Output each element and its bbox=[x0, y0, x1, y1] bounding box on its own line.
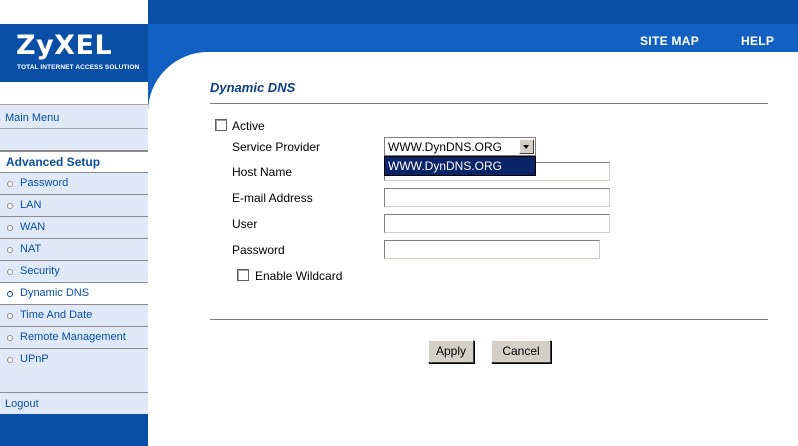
logo-text: ZyXEL bbox=[16, 30, 113, 61]
host-name-label: Host Name bbox=[232, 165, 293, 179]
bullet-icon bbox=[7, 181, 13, 187]
divider bbox=[210, 103, 768, 105]
bullet-icon bbox=[7, 357, 13, 363]
service-provider-value: WWW.DynDNS.ORG bbox=[388, 140, 502, 154]
sidebar-item-label: Remote Management bbox=[20, 331, 126, 343]
sidebar-item-security[interactable]: Security bbox=[0, 260, 148, 282]
email-label: E-mail Address bbox=[232, 191, 313, 205]
active-checkbox[interactable] bbox=[215, 119, 227, 131]
user-label: User bbox=[232, 217, 258, 231]
apply-button[interactable]: Apply bbox=[428, 340, 474, 363]
sidebar-item-label: Dynamic DNS bbox=[20, 287, 90, 299]
sidebar-item-dynamic-dns[interactable]: Dynamic DNS bbox=[0, 282, 148, 304]
bullet-icon bbox=[7, 203, 13, 209]
sidebar-item-wan[interactable]: WAN bbox=[0, 216, 148, 238]
bullet-icon bbox=[7, 335, 13, 341]
cancel-button[interactable]: Cancel bbox=[491, 340, 551, 363]
sidebar-item-label: NAT bbox=[20, 243, 42, 255]
bullet-icon bbox=[7, 247, 13, 253]
enable-wildcard-checkbox[interactable] bbox=[237, 269, 249, 281]
logout-block: Logout bbox=[0, 392, 148, 414]
sidebar-spacer bbox=[0, 128, 148, 150]
sidebar-item-upnp[interactable]: UPnP bbox=[0, 348, 148, 392]
page-title: Dynamic DNS bbox=[210, 80, 296, 95]
service-provider-dropdown-list: WWW.DynDNS.ORG bbox=[384, 156, 536, 176]
sidebar-item-label: UPnP bbox=[20, 353, 49, 365]
main-menu-link[interactable]: Main Menu bbox=[0, 108, 148, 128]
sidebar-footer bbox=[0, 414, 148, 446]
email-input[interactable] bbox=[384, 188, 610, 207]
sidebar-item-time-and-date[interactable]: Time And Date bbox=[0, 304, 148, 326]
advanced-setup-heading: Advanced Setup bbox=[0, 150, 148, 172]
header-band bbox=[148, 24, 798, 52]
sidebar-item-lan[interactable]: LAN bbox=[0, 194, 148, 216]
sidebar-item-label: Security bbox=[20, 265, 60, 277]
enable-wildcard-label: Enable Wildcard bbox=[255, 269, 343, 283]
password-input[interactable] bbox=[384, 240, 600, 259]
site-map-link[interactable]: SITE MAP bbox=[640, 34, 699, 48]
service-provider-label: Service Provider bbox=[232, 140, 321, 154]
bullet-icon bbox=[7, 313, 13, 319]
sidebar-item-remote-management[interactable]: Remote Management bbox=[0, 326, 148, 348]
bullet-icon bbox=[7, 225, 13, 231]
zyxel-logo[interactable]: ZyXEL TOTAL INTERNET ACCESS SOLUTION bbox=[0, 24, 148, 82]
bullet-icon bbox=[7, 291, 13, 297]
bullet-icon bbox=[7, 269, 13, 275]
sidebar: ZyXEL TOTAL INTERNET ACCESS SOLUTION Mai… bbox=[0, 0, 148, 446]
dropdown-arrow-icon[interactable] bbox=[519, 139, 534, 154]
sidebar-item-label: Password bbox=[20, 177, 69, 189]
active-label: Active bbox=[232, 119, 265, 133]
dropdown-option[interactable]: WWW.DynDNS.ORG bbox=[388, 159, 502, 173]
sidebar-item-nat[interactable]: NAT bbox=[0, 238, 148, 260]
help-link[interactable]: HELP bbox=[741, 34, 774, 48]
logout-link[interactable]: Logout bbox=[0, 393, 148, 415]
logo-tagline: TOTAL INTERNET ACCESS SOLUTION bbox=[17, 64, 140, 71]
password-label: Password bbox=[232, 243, 285, 257]
sidebar-item-password[interactable]: Password bbox=[0, 172, 148, 194]
service-provider-select[interactable]: WWW.DynDNS.ORG bbox=[384, 137, 536, 156]
divider bbox=[210, 319, 768, 321]
user-input[interactable] bbox=[384, 214, 610, 233]
sidebar-item-label: WAN bbox=[20, 221, 46, 233]
sidebar-item-label: Time And Date bbox=[20, 309, 93, 321]
sidebar-item-label: LAN bbox=[20, 199, 42, 211]
